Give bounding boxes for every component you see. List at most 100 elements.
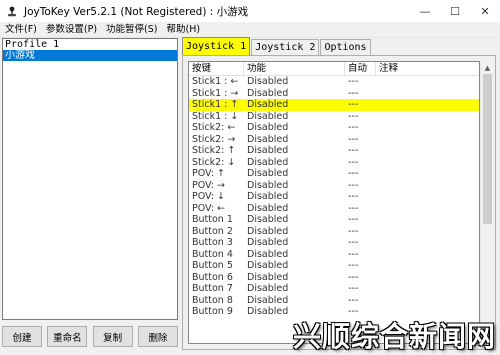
cell-key: Stick1 : ↑ bbox=[192, 99, 239, 110]
profile-list[interactable]: Profile 1 小游戏 bbox=[2, 38, 178, 320]
table-row[interactable]: Button 5 Disabled --- bbox=[189, 260, 479, 272]
cell-auto: --- bbox=[348, 179, 359, 191]
scroll-up-icon[interactable]: ▲ bbox=[481, 61, 494, 74]
table-row[interactable]: Stick1 : ↓ Disabled --- bbox=[189, 111, 479, 123]
title-bar: JoyToKey Ver5.2.1 (Not Registered) : 小游戏… bbox=[0, 0, 500, 22]
close-button[interactable]: ✕ bbox=[470, 0, 500, 22]
cell-function: Disabled bbox=[247, 156, 289, 168]
cell-note bbox=[376, 260, 479, 272]
cell-note bbox=[376, 111, 479, 123]
tab-options[interactable]: Options bbox=[320, 39, 371, 55]
table-row[interactable]: POV: → Disabled --- bbox=[189, 180, 479, 192]
table-row[interactable]: POV: ↓ Disabled --- bbox=[189, 191, 479, 203]
cell-auto: --- bbox=[348, 99, 359, 110]
cell-note bbox=[376, 145, 479, 157]
column-header-function[interactable]: 功能 bbox=[244, 62, 345, 75]
table-row[interactable]: Stick2: → Disabled --- bbox=[189, 134, 479, 146]
button-assignment-table[interactable]: 按键 功能 自动 注释 Stick1 : ← Disabled --- Stick1 … bbox=[188, 61, 480, 344]
menu-bar: 文件(F) 参数设置(P) 功能暂停(S) 帮助(H) bbox=[0, 22, 500, 38]
watermark-text: 兴顺综合新闻网 bbox=[292, 320, 496, 353]
column-header-note[interactable]: 注释 bbox=[376, 62, 479, 75]
cell-function: Disabled bbox=[247, 110, 289, 122]
copy-button[interactable]: 复制 bbox=[92, 326, 133, 347]
cell-function: Disabled bbox=[247, 133, 289, 145]
cell-note bbox=[376, 237, 479, 249]
table-row[interactable]: Button 4 Disabled --- bbox=[189, 249, 479, 261]
tab-joystick-1[interactable]: Joystick 1 bbox=[182, 37, 251, 55]
table-row[interactable]: Button 6 Disabled --- bbox=[189, 272, 479, 284]
cell-note bbox=[376, 122, 479, 134]
table-row[interactable]: Stick2: ↓ Disabled --- bbox=[189, 157, 479, 169]
rename-button[interactable]: 重命名 bbox=[47, 326, 88, 347]
table-row[interactable]: POV: ← Disabled --- bbox=[189, 203, 479, 215]
profile-buttons: 创建 重命名 复制 删除 bbox=[2, 326, 178, 348]
column-header-key[interactable]: 按键 bbox=[189, 62, 244, 75]
cell-note bbox=[376, 272, 479, 284]
cell-auto: --- bbox=[348, 133, 359, 145]
cell-key: Stick1 : → bbox=[192, 87, 239, 99]
profile-item-selected[interactable]: 小游戏 bbox=[3, 50, 177, 61]
joystick-icon bbox=[5, 4, 19, 18]
table-body: Stick1 : ← Disabled --- Stick1 : → Disabled -… bbox=[189, 76, 479, 318]
menu-help[interactable]: 帮助(H) bbox=[162, 22, 205, 37]
table-row[interactable]: POV: ↑ Disabled --- bbox=[189, 168, 479, 180]
table-row[interactable]: Button 8 Disabled --- bbox=[189, 295, 479, 307]
cell-auto: --- bbox=[348, 156, 359, 168]
cell-function: Disabled bbox=[247, 260, 289, 271]
cell-note bbox=[376, 226, 479, 238]
cell-function: Disabled bbox=[247, 168, 289, 179]
cell-function: Disabled bbox=[247, 283, 289, 294]
table-row[interactable]: Button 7 Disabled --- bbox=[189, 283, 479, 295]
table-row[interactable]: Stick2: ↑ Disabled --- bbox=[189, 145, 479, 157]
table-row[interactable]: Stick1 : → Disabled --- bbox=[189, 88, 479, 100]
cell-note bbox=[376, 76, 479, 88]
tab-joystick-2[interactable]: Joystick 2 bbox=[251, 39, 320, 55]
table-row[interactable]: Stick1 : ↑ Disabled --- bbox=[189, 99, 479, 111]
cell-key: Stick2: ↓ bbox=[192, 156, 236, 168]
cell-function: Disabled bbox=[247, 237, 289, 248]
cell-function: Disabled bbox=[247, 99, 289, 110]
table-row[interactable]: Button 3 Disabled --- bbox=[189, 237, 479, 249]
profile-item[interactable]: Profile 1 bbox=[3, 39, 177, 50]
cell-note bbox=[376, 295, 479, 307]
table-header: 按键 功能 自动 注释 bbox=[189, 62, 479, 76]
cell-auto: --- bbox=[348, 214, 359, 225]
scroll-thumb[interactable] bbox=[483, 74, 492, 224]
maximize-button[interactable]: ☐ bbox=[440, 0, 470, 22]
cell-auto: --- bbox=[348, 283, 359, 294]
cell-note bbox=[376, 157, 479, 169]
cell-auto: --- bbox=[348, 294, 359, 306]
cell-key: Button 1 bbox=[192, 214, 233, 225]
delete-button[interactable]: 删除 bbox=[137, 326, 178, 347]
cell-function: Disabled bbox=[247, 122, 289, 133]
cell-key: Stick1 : ↓ bbox=[192, 110, 239, 122]
cell-key: Button 5 bbox=[192, 260, 233, 271]
cell-note bbox=[376, 191, 479, 203]
cell-function: Disabled bbox=[247, 202, 289, 214]
cell-function: Disabled bbox=[247, 271, 289, 283]
cell-function: Disabled bbox=[247, 214, 289, 225]
vertical-scrollbar[interactable]: ▲ bbox=[480, 61, 494, 344]
cell-auto: --- bbox=[348, 87, 359, 99]
menu-file[interactable]: 文件(F) bbox=[0, 22, 41, 37]
cell-function: Disabled bbox=[247, 179, 289, 191]
create-button[interactable]: 创建 bbox=[2, 326, 42, 347]
cell-key: POV: ← bbox=[192, 202, 225, 214]
cell-function: Disabled bbox=[247, 225, 289, 237]
cell-auto: --- bbox=[348, 237, 359, 248]
cell-function: Disabled bbox=[247, 248, 289, 260]
menu-pause[interactable]: 功能暂停(S) bbox=[101, 22, 161, 37]
cell-auto: --- bbox=[348, 202, 359, 214]
table-row[interactable]: Button 1 Disabled --- bbox=[189, 214, 479, 226]
cell-note bbox=[376, 168, 479, 180]
table-row[interactable]: Stick2: ← Disabled --- bbox=[189, 122, 479, 134]
table-row[interactable]: Stick1 : ← Disabled --- bbox=[189, 76, 479, 88]
cell-key: POV: ↑ bbox=[192, 168, 225, 179]
menu-settings[interactable]: 参数设置(P) bbox=[41, 22, 101, 37]
cell-key: Button 8 bbox=[192, 294, 233, 306]
cell-function: Disabled bbox=[247, 76, 289, 87]
column-header-auto[interactable]: 自动 bbox=[345, 62, 376, 75]
minimize-button[interactable]: — bbox=[410, 0, 440, 22]
window-title: JoyToKey Ver5.2.1 (Not Registered) : 小游戏 bbox=[24, 5, 249, 18]
table-row[interactable]: Button 2 Disabled --- bbox=[189, 226, 479, 238]
